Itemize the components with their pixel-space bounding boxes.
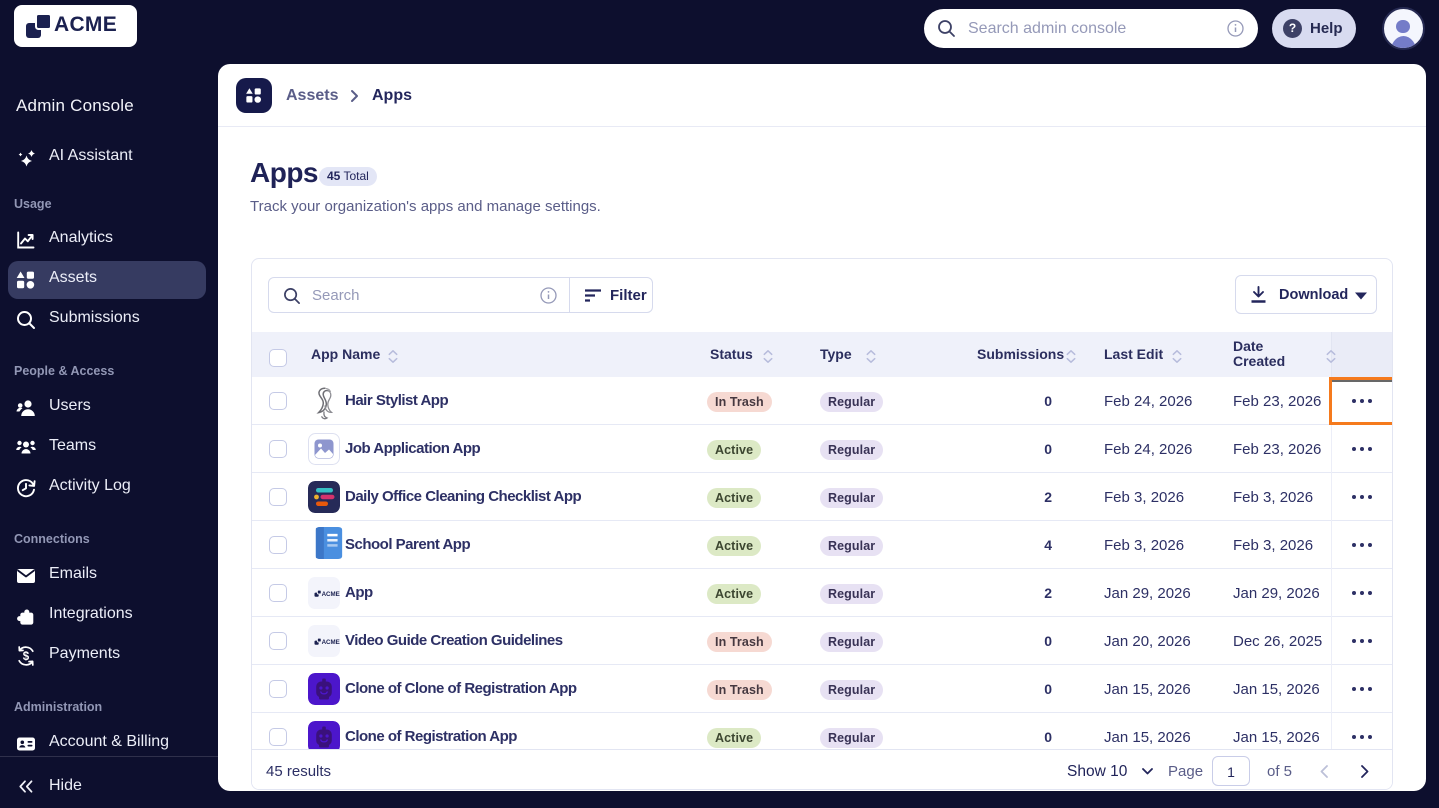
svg-text:ACME: ACME bbox=[322, 591, 340, 598]
svg-text:ACME: ACME bbox=[322, 639, 340, 646]
svg-text:$: $ bbox=[23, 651, 30, 663]
